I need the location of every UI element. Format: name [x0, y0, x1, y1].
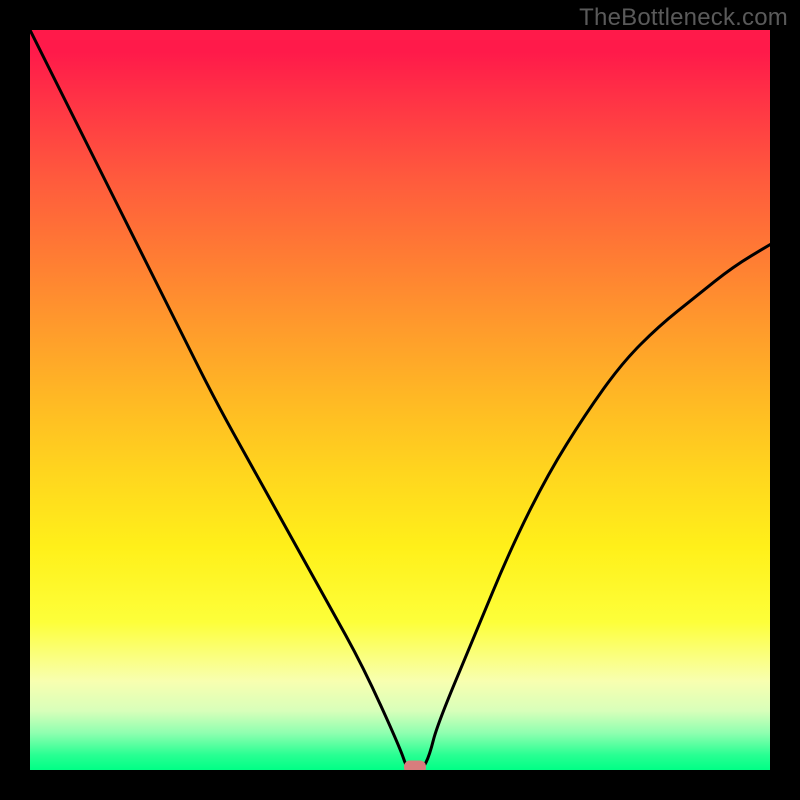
plot-area	[30, 30, 770, 770]
bottleneck-curve	[30, 30, 770, 770]
chart-frame: TheBottleneck.com	[0, 0, 800, 800]
optimum-marker	[404, 761, 426, 771]
curve-svg	[30, 30, 770, 770]
watermark-text: TheBottleneck.com	[579, 4, 788, 32]
